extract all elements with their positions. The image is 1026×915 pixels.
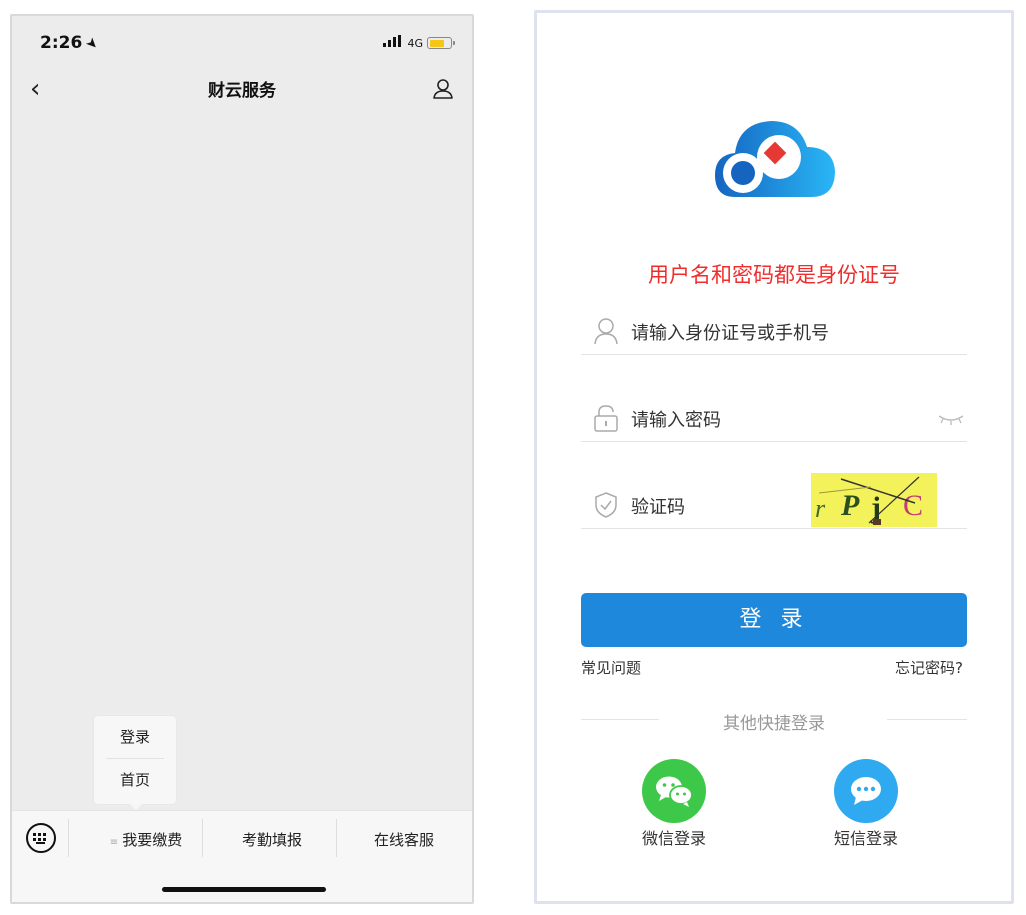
username-input[interactable]: 请输入身份证号或手机号	[631, 319, 829, 345]
menu-item-login[interactable]: 登录	[94, 716, 176, 758]
time-text: 2:26	[40, 33, 83, 53]
captcha-char-4: C	[903, 489, 923, 522]
page-title: 财云服务	[208, 81, 276, 101]
user-icon	[594, 318, 618, 345]
menu-item-home[interactable]: 首页	[94, 759, 176, 801]
tab-attendance[interactable]: 考勤填报	[212, 829, 332, 850]
nav-bar: ‹ 财云服务	[12, 72, 472, 112]
forgot-password-link[interactable]: 忘记密码?	[895, 657, 963, 678]
captcha-char-2: P	[840, 489, 860, 522]
status-bar: 2:26➤ 4G	[12, 16, 472, 66]
shield-check-icon	[595, 492, 617, 518]
popup-menu: 登录 首页	[94, 716, 176, 810]
status-time: 2:26➤	[40, 33, 102, 54]
login-button[interactable]: 登 录	[581, 593, 967, 647]
captcha-input[interactable]: 验证码	[631, 493, 685, 519]
sms-login-button[interactable]: 短信登录	[821, 759, 911, 849]
credential-hint: 用户名和密码都是身份证号	[648, 263, 900, 287]
battery-icon	[427, 37, 455, 49]
network-type: 4G	[407, 36, 423, 50]
other-login-title: 其他快捷登录	[723, 714, 825, 734]
status-indicators: 4G	[383, 35, 455, 51]
lock-icon	[594, 405, 618, 432]
login-screen: 用户名和密码都是身份证号 请输入身份证号或手机号 请输入密码 验证码 r P j…	[534, 10, 1014, 904]
tab-pay[interactable]: ≡ 我要缴费	[96, 829, 196, 850]
wechat-icon	[642, 759, 706, 823]
submenu-icon: ≡	[109, 837, 119, 848]
captcha-graphic: r P j C	[815, 476, 923, 525]
home-indicator	[162, 887, 326, 892]
captcha-char-1: r	[815, 494, 826, 523]
divider-right	[887, 719, 967, 720]
password-field[interactable]: 请输入密码	[581, 398, 967, 442]
eye-closed-icon[interactable]	[937, 410, 965, 426]
tab-customer-service[interactable]: 在线客服	[342, 829, 466, 850]
signal-icon	[383, 35, 403, 51]
tab-pay-label: 我要缴费	[122, 831, 183, 849]
chat-bubble-icon	[834, 759, 898, 823]
bottom-menu-bar: ≡ 我要缴费 考勤填报 在线客服	[12, 810, 472, 902]
password-input[interactable]: 请输入密码	[631, 406, 721, 432]
captcha-field[interactable]: 验证码 r P j C	[581, 473, 967, 529]
cloud-logo-icon	[715, 121, 835, 197]
mini-program-menu-screen: 2:26➤ 4G ‹ 财云服务 登录 首页 ≡ 我要缴费 考勤填报 在线客服	[10, 14, 474, 904]
user-icon[interactable]	[432, 78, 454, 100]
faq-link[interactable]: 常见问题	[581, 657, 641, 678]
username-field[interactable]: 请输入身份证号或手机号	[581, 311, 967, 355]
wechat-login-button[interactable]: 微信登录	[629, 759, 719, 849]
wechat-login-label: 微信登录	[641, 829, 706, 848]
sms-login-label: 短信登录	[833, 829, 898, 848]
keyboard-toggle-icon[interactable]	[26, 823, 56, 853]
tab-divider	[202, 819, 203, 857]
captcha-image[interactable]: r P j C	[811, 473, 937, 527]
location-arrow-icon: ➤	[82, 34, 102, 54]
tab-divider	[336, 819, 337, 857]
tab-divider	[68, 819, 69, 857]
